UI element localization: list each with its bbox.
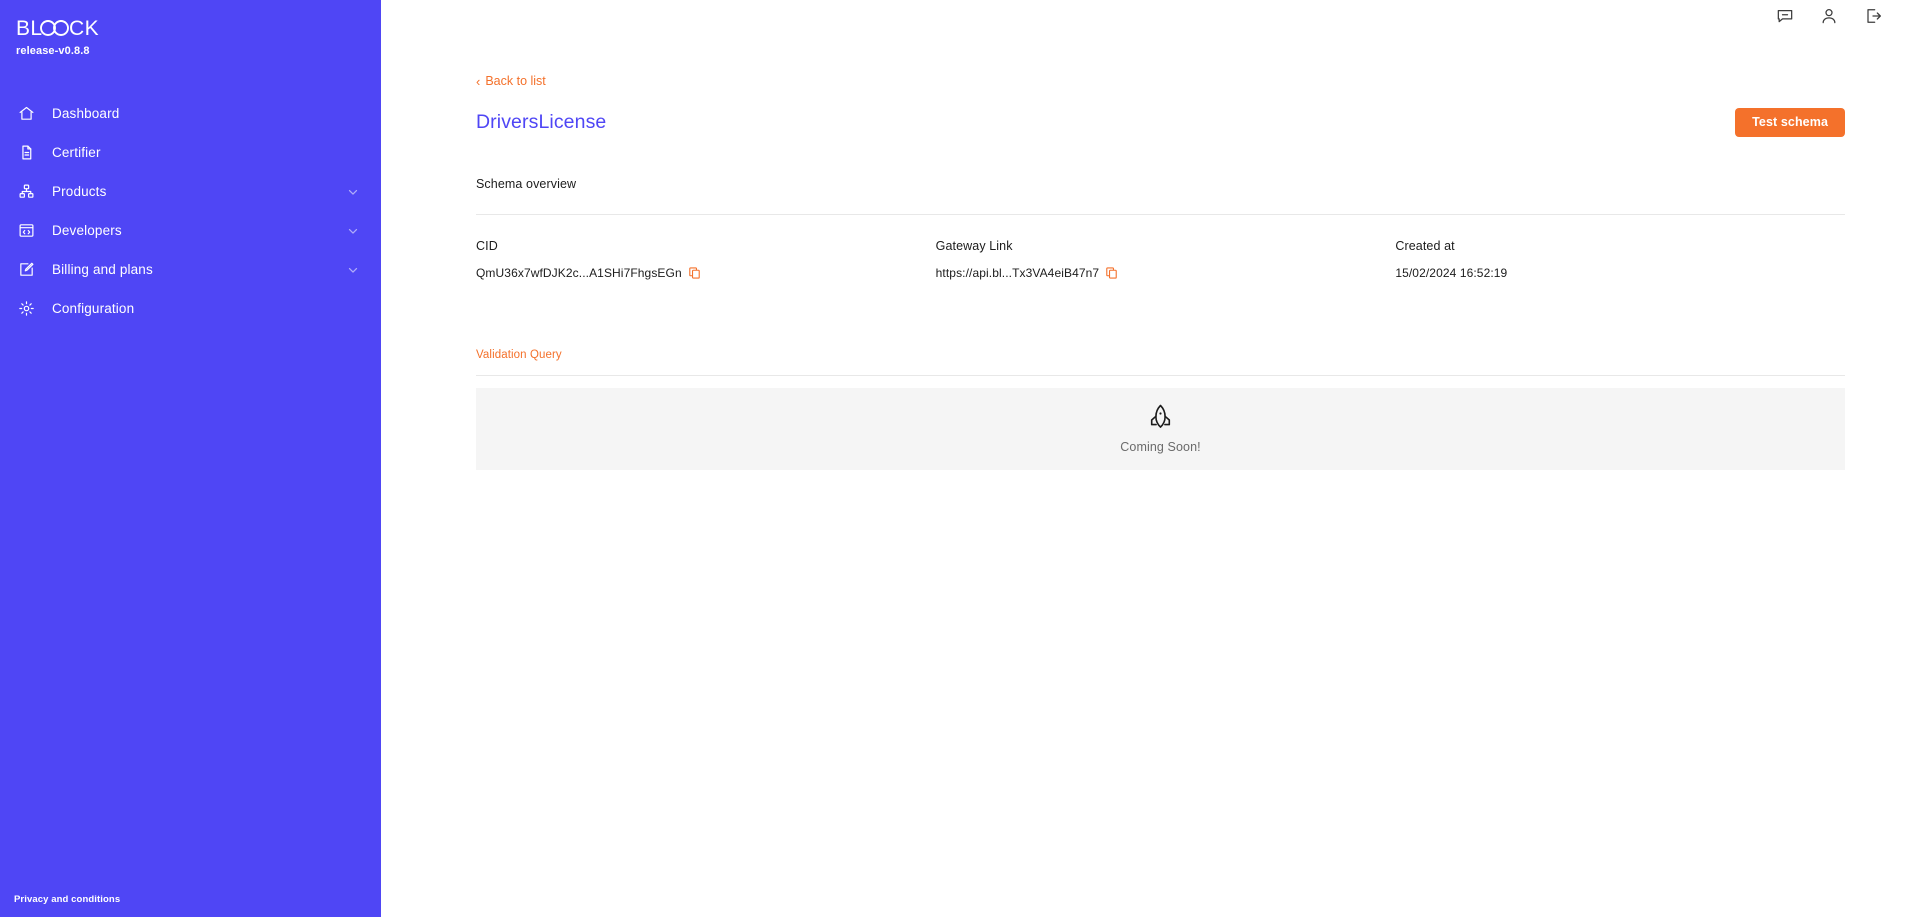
svg-text:BL: BL <box>16 17 43 40</box>
bloock-logo-icon: BL CK <box>16 16 381 40</box>
field-label: Created at <box>1395 238 1455 253</box>
chat-icon[interactable] <box>1775 6 1795 26</box>
tab-bar: Validation Query <box>476 345 1845 375</box>
coming-soon-panel: Coming Soon! <box>476 387 1845 470</box>
back-to-list-label: Back to list <box>485 74 546 88</box>
sidebar-item-billing-and-plans[interactable]: Billing and plans <box>0 250 381 289</box>
code-icon <box>14 219 38 243</box>
document-icon <box>14 141 38 165</box>
section-divider <box>476 213 1845 215</box>
schema-overview-fields: CID QmU36x7wfDJK2c...A1SHi7FhgsEGn Gatew… <box>476 239 1845 280</box>
test-schema-button[interactable]: Test schema <box>1735 107 1845 137</box>
sidebar-item-label: Certifier <box>52 145 101 160</box>
back-to-list-link[interactable]: ‹ Back to list <box>476 74 546 88</box>
field-label: Gateway Link <box>935 238 1013 253</box>
field-label: CID <box>476 238 498 253</box>
page-title: DriversLicense <box>476 110 607 133</box>
chevron-left-icon: ‹ <box>476 73 481 89</box>
field-value: QmU36x7wfDJK2c...A1SHi7FhgsEGn <box>476 265 682 280</box>
release-version: release-v0.8.8 <box>16 45 90 57</box>
user-icon[interactable] <box>1819 6 1839 26</box>
svg-text:CK: CK <box>69 17 99 40</box>
home-icon <box>14 102 38 126</box>
field-gateway-link: Gateway Link https://api.bl...Tx3VA4eiB4… <box>936 239 1386 280</box>
field-value: 15/02/2024 16:52:19 <box>1395 265 1508 280</box>
field-value-row: QmU36x7wfDJK2c...A1SHi7FhgsEGn <box>476 266 926 280</box>
chevron-down-icon[interactable] <box>346 224 360 238</box>
field-value-row: 15/02/2024 16:52:19 <box>1395 266 1845 280</box>
schema-overview-label: Schema overview <box>476 176 577 191</box>
brand-logo[interactable]: BL CK release-v0.8.8 <box>0 0 381 57</box>
app-root: BL CK release-v0.8.8 Dashboard Certifier… <box>0 0 1905 917</box>
sidebar-item-label: Dashboard <box>52 106 120 121</box>
sidebar-item-label: Products <box>52 184 107 199</box>
topbar <box>381 0 1905 32</box>
title-row: DriversLicense Test schema <box>476 107 1845 137</box>
copy-icon[interactable] <box>688 266 700 279</box>
sidebar-item-label: Configuration <box>52 301 135 316</box>
sidebar-nav: Dashboard Certifier Products Developers … <box>0 94 381 328</box>
gear-icon <box>14 297 38 321</box>
rocket-icon <box>1148 404 1173 432</box>
sidebar-item-configuration[interactable]: Configuration <box>0 289 381 328</box>
copy-icon[interactable] <box>1106 266 1117 279</box>
main-content: ‹ Back to list DriversLicense Test schem… <box>381 0 1905 917</box>
sidebar-item-label: Billing and plans <box>52 262 153 277</box>
chevron-down-icon[interactable] <box>346 185 360 199</box>
sidebar-item-products[interactable]: Products <box>0 172 381 211</box>
field-cid: CID QmU36x7wfDJK2c...A1SHi7FhgsEGn <box>476 239 926 280</box>
sidebar-item-certifier[interactable]: Certifier <box>0 133 381 172</box>
edit-icon <box>14 258 38 282</box>
sidebar-item-developers[interactable]: Developers <box>0 211 381 250</box>
logout-icon[interactable] <box>1863 6 1883 26</box>
sidebar-item-label: Developers <box>52 223 122 238</box>
privacy-and-conditions-link[interactable]: Privacy and conditions <box>14 894 120 905</box>
tab-divider <box>476 374 1845 376</box>
sidebar-item-dashboard[interactable]: Dashboard <box>0 94 381 133</box>
coming-soon-text: Coming Soon! <box>1120 439 1201 454</box>
page-content: ‹ Back to list DriversLicense Test schem… <box>381 32 1905 470</box>
chevron-down-icon[interactable] <box>346 263 360 277</box>
sidebar: BL CK release-v0.8.8 Dashboard Certifier… <box>0 0 381 917</box>
hierarchy-icon <box>14 180 38 204</box>
field-created-at: Created at 15/02/2024 16:52:19 <box>1395 239 1845 280</box>
tab-validation-query[interactable]: Validation Query <box>476 349 562 375</box>
field-value: https://api.bl...Tx3VA4eiB47n7 <box>935 265 1100 280</box>
field-value-row: https://api.bl...Tx3VA4eiB47n7 <box>936 266 1386 280</box>
